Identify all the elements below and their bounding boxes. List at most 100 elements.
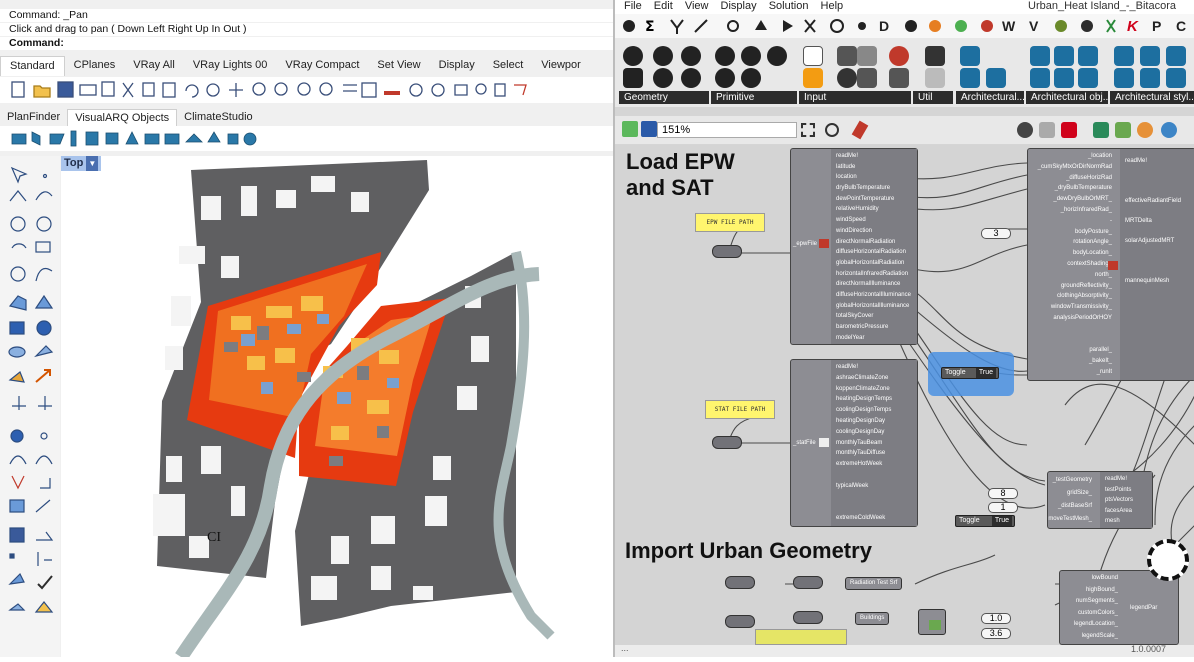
port-epw-outputs-1[interactable]: latitude bbox=[831, 162, 917, 173]
arch-object-icon-3[interactable] bbox=[1078, 46, 1098, 66]
preview-shaded-icon[interactable] bbox=[1061, 122, 1077, 138]
tab-standard[interactable]: Standard bbox=[0, 56, 65, 76]
port-mrt-outputs-6[interactable]: mannequinMesh bbox=[1120, 271, 1194, 291]
primitive-number-icon[interactable] bbox=[767, 46, 787, 66]
port-legend-inputs-5[interactable]: legendScale_ bbox=[1060, 631, 1126, 643]
port-stat-outputs-4[interactable]: coolingDesignTemps bbox=[831, 405, 917, 416]
port-legend-inputs-2[interactable]: numSegments_ bbox=[1060, 596, 1126, 608]
port-mrt-inputs-17[interactable] bbox=[1028, 335, 1120, 346]
port-mrt-inputs-9[interactable]: bodyLocation_ bbox=[1028, 248, 1120, 259]
port-mrt-outputs-3[interactable]: MRTDelta bbox=[1120, 211, 1194, 231]
port-epw-outputs-9[interactable]: diffuseHorizontalRadiation bbox=[831, 247, 917, 258]
tab-select[interactable]: Select bbox=[484, 56, 533, 76]
arch-style-icon-2[interactable] bbox=[1140, 46, 1160, 66]
port-stat-outputs-11[interactable]: typicalWeek bbox=[831, 481, 917, 492]
input-cherry-icon[interactable] bbox=[889, 46, 909, 66]
port-legend-inputs-1[interactable]: highBound_ bbox=[1060, 585, 1126, 597]
port-mrt-inputs-6[interactable]: - bbox=[1028, 216, 1120, 227]
tab-visualarq-objects[interactable]: VisualARQ Objects bbox=[67, 109, 178, 126]
stat-file-param[interactable] bbox=[712, 436, 742, 449]
document-preview-icon[interactable] bbox=[1161, 122, 1177, 138]
arch-object-icon-1[interactable] bbox=[1030, 46, 1050, 66]
port-epw-outputs-15[interactable]: totalSkyCover bbox=[831, 311, 917, 322]
viewport-title[interactable]: Top ▼ bbox=[61, 156, 102, 171]
epw-file-param[interactable] bbox=[712, 245, 742, 258]
port-mrt-outputs-2[interactable]: effectiveRadiantField bbox=[1120, 191, 1194, 211]
port-stat-outputs-8[interactable]: monthlyTauDiffuse bbox=[831, 448, 917, 459]
number-input-1[interactable]: 1 bbox=[988, 502, 1018, 513]
port-epw-outputs-12[interactable]: directNormalIlluminance bbox=[831, 279, 917, 290]
port-stat-outputs-1[interactable]: ashraeClimateZone bbox=[831, 373, 917, 384]
top-viewport[interactable]: Top ▼ CI bbox=[61, 156, 613, 661]
tab-cplanes[interactable]: CPlanes bbox=[65, 56, 125, 76]
number-input-1-0[interactable]: 1.0 bbox=[981, 613, 1011, 624]
viewport-menu-arrow-icon[interactable]: ▼ bbox=[86, 156, 99, 171]
arch-object-icon-6[interactable] bbox=[1078, 68, 1098, 88]
epw-file-path-panel[interactable]: EPW FILE PATH bbox=[695, 213, 765, 232]
arch-style-icon-1[interactable] bbox=[1114, 46, 1134, 66]
radiation-test-srf-label[interactable]: Radiation Test Srf bbox=[845, 577, 903, 590]
open-file-icon[interactable] bbox=[622, 121, 638, 137]
port-epw-outputs-16[interactable]: barometricPressure bbox=[831, 322, 917, 333]
port-mrt-inputs-8[interactable]: rotationAngle_ bbox=[1028, 237, 1120, 248]
number-input-3-6[interactable]: 3.6 bbox=[981, 628, 1011, 639]
port-stat-outputs-5[interactable]: heatingDesignDay bbox=[831, 416, 917, 427]
group-architectural-3[interactable]: Architectural styl.. bbox=[1110, 42, 1194, 104]
tab-vray-lights[interactable]: VRay Lights 00 bbox=[184, 56, 277, 76]
preview-wire-icon[interactable] bbox=[1039, 122, 1055, 138]
arch-object-icon-5[interactable] bbox=[1054, 68, 1074, 88]
port-epw-outputs-0[interactable]: readMe! bbox=[831, 151, 917, 162]
port-mrt-inputs-5[interactable]: _horizInfraredRad_ bbox=[1028, 205, 1120, 216]
arch-object-icon-2[interactable] bbox=[1054, 46, 1074, 66]
preview-eye-icon[interactable] bbox=[825, 123, 839, 137]
group-primitive[interactable]: Primitive bbox=[711, 42, 797, 104]
geometry-point-icon[interactable] bbox=[623, 46, 643, 66]
port-epw-outputs-13[interactable]: diffuseHorizontalIlluminance bbox=[831, 290, 917, 301]
yellow-panel-bottom[interactable] bbox=[755, 629, 847, 645]
port-epw-outputs-14[interactable]: globalHorizontalIlluminance bbox=[831, 301, 917, 312]
geometry-param-3[interactable] bbox=[725, 615, 755, 628]
port-mrt-inputs-2[interactable]: _diffuseHorizRad bbox=[1028, 173, 1120, 184]
tab-vray-all[interactable]: VRay All bbox=[124, 56, 184, 76]
command-prompt[interactable]: Command: bbox=[0, 37, 613, 50]
menu-edit[interactable]: Edit bbox=[654, 0, 673, 12]
geometry-mesh-icon[interactable] bbox=[681, 68, 701, 88]
arch-style-icon-6[interactable] bbox=[1166, 68, 1186, 88]
port-stat-outputs-12[interactable] bbox=[831, 492, 917, 503]
grasshopper-canvas[interactable]: Load EPW and SAT Import Urban Geometry E… bbox=[615, 145, 1194, 645]
port-epw-outputs-17[interactable]: modelYear bbox=[831, 333, 917, 344]
geometry-param-4[interactable] bbox=[793, 611, 823, 624]
port-epw-outputs-5[interactable]: relativeHumidity bbox=[831, 204, 917, 215]
group-geometry[interactable]: Geometry bbox=[619, 42, 709, 104]
port-mrt-inputs-19[interactable]: _bakeIt_ bbox=[1028, 356, 1120, 367]
port-mrt-inputs-16[interactable] bbox=[1028, 324, 1120, 335]
port-test-outputs-2[interactable]: ptsVectors bbox=[1100, 495, 1152, 506]
port-mrt-inputs-15[interactable]: analysisPeriodOrHOY bbox=[1028, 313, 1120, 324]
port-test-outputs-3[interactable]: facesArea bbox=[1100, 506, 1152, 517]
port-legend-inputs-4[interactable]: legendLocation_ bbox=[1060, 619, 1126, 631]
number-input-8[interactable]: 8 bbox=[988, 488, 1018, 499]
util-relay-icon[interactable] bbox=[925, 68, 945, 88]
input-button-icon[interactable] bbox=[837, 68, 857, 88]
port-mrt-inputs-20[interactable]: _runIt bbox=[1028, 367, 1120, 378]
category-icons[interactable]: Σ D W V K P C bbox=[615, 14, 1194, 38]
port-mrt-inputs-7[interactable]: bodyPosture_ bbox=[1028, 227, 1120, 238]
arch-window-icon[interactable] bbox=[986, 68, 1006, 88]
port-test-inputs-1[interactable]: gridSize_ bbox=[1048, 487, 1100, 500]
port-stat-outputs-14[interactable]: extremeColdWeek bbox=[831, 513, 917, 524]
tab-vray-compact[interactable]: VRay Compact bbox=[276, 56, 368, 76]
geometry-param-2[interactable] bbox=[793, 576, 823, 589]
preview-mesh-icon[interactable] bbox=[1115, 122, 1131, 138]
navigation-dial-icon[interactable] bbox=[1147, 539, 1189, 581]
import-epw-component[interactable]: _epwFile readMe! latitude location dryBulbT… bbox=[790, 148, 918, 345]
port-mrt-inputs-4[interactable]: _dewDryBulbOrMRT_ bbox=[1028, 194, 1120, 205]
left-tool-icons[interactable] bbox=[0, 156, 60, 636]
port-mrt-outputs-4[interactable]: solarAdjustedMRT bbox=[1120, 231, 1194, 251]
port-mrt-inputs-11[interactable]: north_ bbox=[1028, 270, 1120, 281]
port-mrt-inputs-0[interactable]: _location bbox=[1028, 151, 1120, 162]
port-mrt-inputs-13[interactable]: clothingAbsorptivity_ bbox=[1028, 291, 1120, 302]
port-epw-outputs-11[interactable]: horizontalInfraredRadiation bbox=[831, 269, 917, 280]
generate-test-points-component[interactable]: _testGeometry gridSize_ _distBaseSrf moveTe… bbox=[1047, 471, 1153, 529]
port-mrt-outputs-0[interactable]: readMe! bbox=[1120, 151, 1194, 171]
port-epw-outputs-7[interactable]: windDirection bbox=[831, 226, 917, 237]
